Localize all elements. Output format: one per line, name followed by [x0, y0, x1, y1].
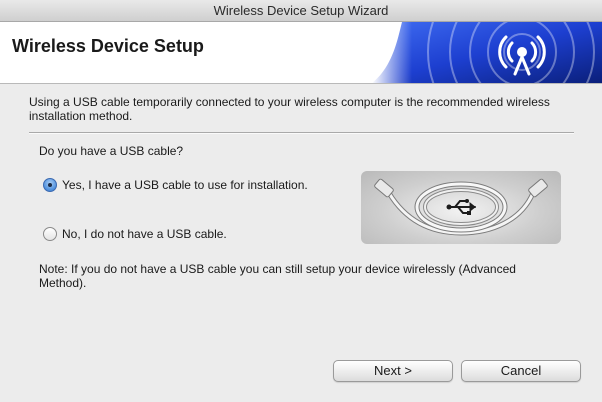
usb-icon: [446, 199, 476, 215]
wizard-window: Wireless Device Setup Wizard Wireless De…: [0, 0, 602, 402]
radio-button-yes[interactable]: [43, 178, 57, 192]
window-titlebar[interactable]: Wireless Device Setup Wizard: [0, 0, 602, 22]
page-title: Wireless Device Setup: [12, 36, 204, 56]
divider: [29, 132, 574, 134]
wireless-banner: [372, 22, 602, 83]
radio-label-no: No, I do not have a USB cable.: [62, 227, 227, 241]
radio-label-yes: Yes, I have a USB cable to use for insta…: [62, 178, 308, 192]
radio-button-no[interactable]: [43, 227, 57, 241]
wizard-header: Wireless Device Setup: [0, 22, 602, 84]
note-text: Note: If you do not have a USB cable you…: [39, 262, 516, 290]
usb-question: Do you have a USB cable?: [39, 144, 184, 158]
cancel-button[interactable]: Cancel: [461, 360, 581, 382]
window-title: Wireless Device Setup Wizard: [213, 3, 389, 18]
intro-text: Using a USB cable temporarily connected …: [29, 95, 550, 123]
radio-option-no[interactable]: No, I do not have a USB cable.: [43, 226, 227, 242]
radio-option-yes[interactable]: Yes, I have a USB cable to use for insta…: [43, 177, 308, 193]
usb-cable-image: [361, 171, 561, 244]
next-button[interactable]: Next >: [333, 360, 453, 382]
